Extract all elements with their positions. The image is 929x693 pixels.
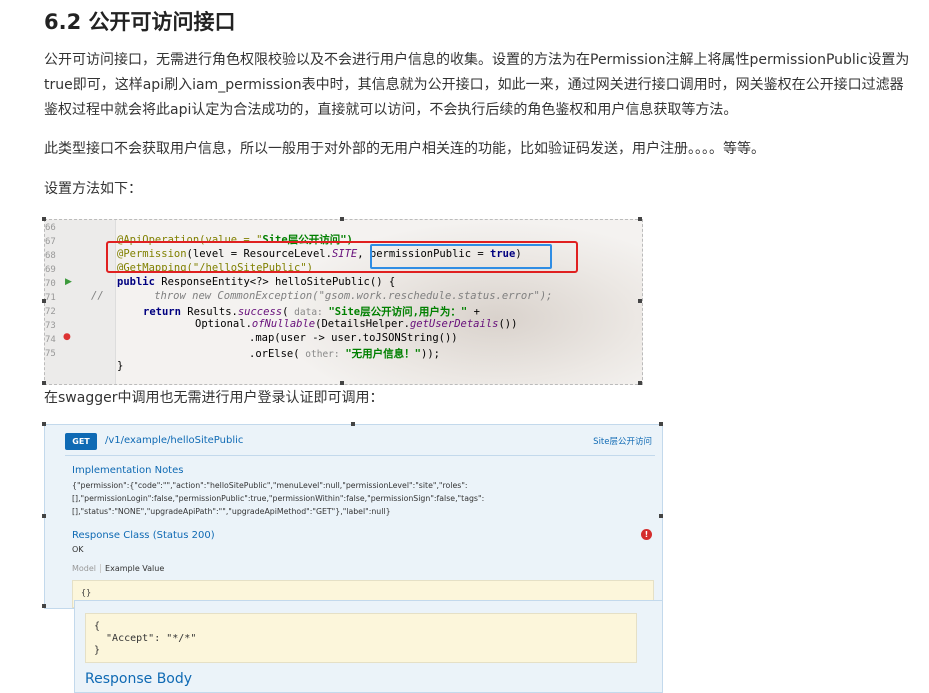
code-text: .map(user -> user.toJSONString()) [249, 332, 458, 344]
code-text: } [117, 360, 124, 372]
line-number: 74 [45, 335, 56, 345]
implementation-json-line: [],"status":"NONE","upgradeApiPath":"","… [72, 507, 391, 516]
code-text: Optional. [195, 318, 252, 330]
resize-handle[interactable] [42, 217, 46, 221]
response-class-title: Response Class (Status 200) [72, 530, 215, 541]
request-headers-json: { "Accept": "*/*" } [94, 621, 197, 656]
code-method: ofNullable [251, 318, 316, 330]
response-body-title: Response Body [85, 671, 193, 687]
resize-handle[interactable] [340, 381, 344, 385]
line-number: 75 [45, 349, 56, 359]
response-status-text: OK [72, 545, 84, 554]
code-text: Results. [180, 306, 238, 318]
code-method: success [237, 306, 283, 318]
line-number: 70 [45, 279, 56, 289]
breakpoint-icon[interactable]: ● [63, 332, 71, 342]
line-number: 73 [45, 321, 56, 331]
section-heading: 6.2 公开可访问接口 [44, 10, 236, 34]
code-text: )); [421, 348, 440, 360]
example-value-text: {} [81, 588, 92, 597]
line-number: 68 [45, 251, 56, 261]
resize-handle[interactable] [659, 514, 663, 518]
tab-example-value[interactable]: Example Value [105, 564, 164, 573]
code-method: getUserDetails [409, 318, 499, 330]
intro-paragraph: 公开可访问接口，无需进行角色权限校验以及不会进行用户信息的收集。设置的方法为在P… [44, 52, 910, 118]
code-keyword: public [117, 276, 155, 288]
resize-handle[interactable] [42, 422, 46, 426]
swagger-response-panel: { "Accept": "*/*" } Response Body [74, 600, 663, 693]
line-number: 67 [45, 237, 56, 247]
resize-handle[interactable] [638, 217, 642, 221]
implementation-json-line: [],"permissionLogin":false,"permissionPu… [72, 494, 485, 503]
code-string: "无用户信息！" [345, 348, 421, 360]
param-hint: other: [299, 349, 346, 360]
implementation-json-line: {"permission":{"code":"","action":"hello… [72, 481, 468, 490]
line-number: 71 [45, 293, 56, 303]
model-tabs: Model Example Value [72, 564, 164, 573]
resize-handle[interactable] [42, 604, 46, 608]
usage-paragraph: 此类型接口不会获取用户信息，所以一般用于对外部的无用户相关连的功能，比如验证码发… [44, 141, 765, 157]
endpoint-path[interactable]: /v1/example/helloSitePublic [105, 435, 243, 446]
resize-handle[interactable] [42, 514, 46, 518]
resize-handle[interactable] [42, 299, 46, 303]
code-text: .orElse( [249, 348, 300, 360]
resize-handle[interactable] [659, 422, 663, 426]
code-screenshot: 66 67 68 69 70 71 72 73 74 75 ▶ ● @ApiOp… [44, 219, 643, 385]
param-hint: data: [288, 307, 329, 318]
code-text: + [467, 306, 480, 318]
code-string: "Site层公开访问,用户为：" [328, 306, 468, 318]
permission-public-highlight-box [370, 244, 552, 269]
code-text: (DetailsHelper. [315, 318, 410, 330]
run-arrow-icon[interactable]: ▶ [65, 277, 72, 287]
divider [65, 455, 655, 456]
implementation-notes-title: Implementation Notes [72, 465, 184, 476]
swagger-label: 在swagger中调用也无需进行用户登录认证即可调用： [44, 390, 384, 406]
resize-handle[interactable] [42, 381, 46, 385]
request-headers-box: { "Accept": "*/*" } [85, 613, 637, 663]
line-number: 66 [45, 223, 56, 233]
setup-label: 设置方法如下： [44, 181, 142, 197]
line-number: 72 [45, 307, 56, 317]
http-method-badge[interactable]: GET [65, 433, 97, 450]
code-text: ResponseEntity<?> helloSitePublic() { [154, 276, 396, 288]
code-keyword: return [143, 306, 181, 318]
resize-handle[interactable] [638, 299, 642, 303]
endpoint-summary[interactable]: Site层公开访问 [593, 435, 652, 447]
tab-model[interactable]: Model [72, 564, 96, 573]
line-number: 69 [45, 265, 56, 275]
code-text: ()) [498, 318, 518, 330]
resize-handle[interactable] [351, 422, 355, 426]
code-comment: // throw new CommonException("gsom.work.… [91, 290, 553, 302]
resize-handle[interactable] [638, 381, 642, 385]
resize-handle[interactable] [340, 217, 344, 221]
error-icon[interactable]: ! [641, 529, 652, 540]
swagger-panel: GET /v1/example/helloSitePublic Site层公开访… [44, 424, 663, 609]
